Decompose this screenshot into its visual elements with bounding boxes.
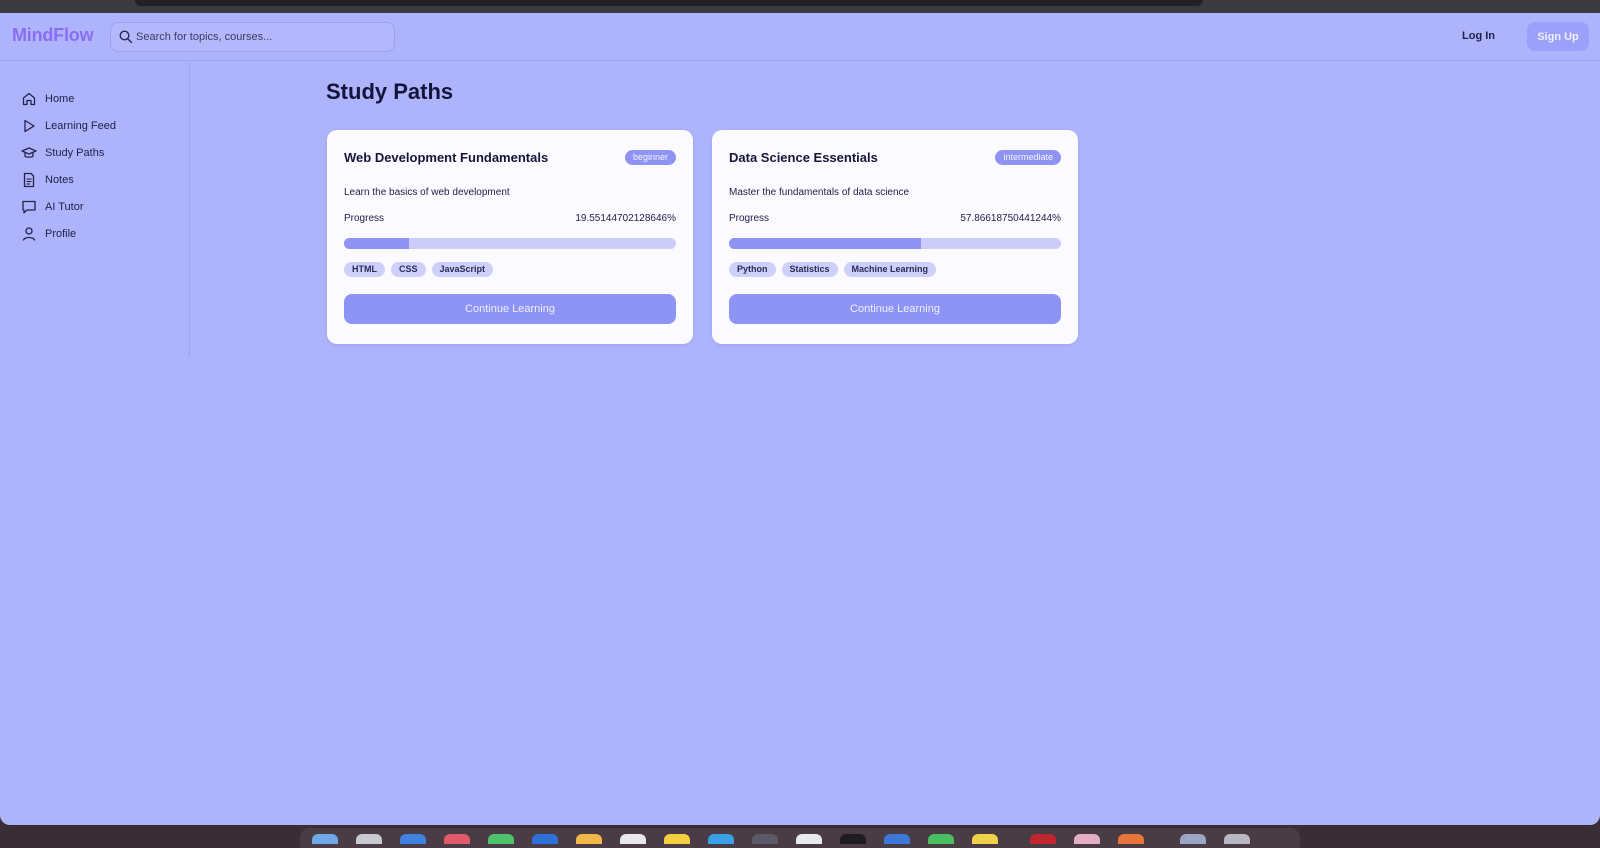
- signup-button[interactable]: Sign Up: [1527, 22, 1589, 51]
- dock-app-icon[interactable]: [1118, 834, 1144, 844]
- tag[interactable]: JavaScript: [431, 262, 494, 277]
- progress-bar: [344, 238, 676, 249]
- progress-value: 57.86618750441244%: [960, 213, 1061, 224]
- study-path-card: Web Development Fundamentals beginner Le…: [327, 130, 693, 344]
- notch-bar: [135, 0, 1203, 6]
- dock-app-icon[interactable]: [444, 834, 470, 844]
- tag[interactable]: Machine Learning: [843, 262, 937, 277]
- dock-app-icon[interactable]: [620, 834, 646, 844]
- tag[interactable]: CSS: [391, 262, 426, 277]
- progress-fill: [344, 238, 409, 249]
- sidebar-item-label: Profile: [45, 228, 77, 240]
- chat-icon: [22, 200, 36, 214]
- sidebar-item-learning-feed[interactable]: Learning Feed: [21, 116, 181, 136]
- dock-app-icon[interactable]: [312, 834, 338, 844]
- sidebar-item-home[interactable]: Home: [21, 89, 181, 109]
- app-window: MindFlow Log In Sign Up Home Learning Fe…: [0, 13, 1600, 825]
- sidebar: Home Learning Feed Study Paths Notes AI …: [0, 62, 190, 357]
- document-icon: [23, 172, 35, 188]
- progress-label: Progress: [344, 213, 385, 224]
- dock-app-icon[interactable]: [884, 834, 910, 844]
- level-badge: intermediate: [995, 150, 1061, 165]
- dock-app-icon[interactable]: [576, 834, 602, 844]
- card-title: Web Development Fundamentals: [344, 150, 549, 165]
- page-title: Study Paths: [326, 79, 454, 104]
- sidebar-item-label: AI Tutor: [45, 201, 84, 213]
- dock-app-icon[interactable]: [356, 834, 382, 844]
- dock-app-icon[interactable]: [708, 834, 734, 844]
- search-input[interactable]: [133, 23, 388, 51]
- sidebar-item-ai-tutor[interactable]: AI Tutor: [21, 197, 181, 217]
- dock-app-icon[interactable]: [664, 834, 690, 844]
- tag[interactable]: Python: [729, 262, 776, 277]
- study-path-card: Data Science Essentials intermediate Mas…: [712, 130, 1078, 344]
- dock-app-icon[interactable]: [752, 834, 778, 844]
- login-link[interactable]: Log In: [1462, 30, 1495, 42]
- search-icon: [119, 30, 133, 44]
- tag[interactable]: HTML: [344, 262, 385, 277]
- dock-app-icon[interactable]: [840, 834, 866, 844]
- menu-bar-strip: [0, 0, 1600, 13]
- sidebar-item-label: Study Paths: [45, 147, 105, 159]
- card-title: Data Science Essentials: [729, 150, 878, 165]
- dock-app-icon[interactable]: [488, 834, 514, 844]
- sidebar-item-label: Home: [45, 93, 75, 105]
- search-box[interactable]: [110, 22, 395, 52]
- dock-app-icon[interactable]: [1224, 834, 1250, 844]
- card-description: Master the fundamentals of data science: [729, 187, 910, 198]
- dock-app-icon[interactable]: [1180, 834, 1206, 844]
- card-description: Learn the basics of web development: [344, 187, 510, 198]
- progress-bar: [729, 238, 1061, 249]
- sidebar-item-label: Learning Feed: [45, 120, 116, 132]
- level-badge: beginner: [624, 150, 676, 165]
- tag-list: HTML CSS JavaScript: [344, 262, 494, 277]
- dock-app-icon[interactable]: [1030, 834, 1056, 844]
- logo[interactable]: MindFlow: [12, 25, 94, 46]
- play-icon: [24, 119, 35, 133]
- graduation-cap-icon: [21, 147, 37, 158]
- sidebar-item-profile[interactable]: Profile: [21, 224, 181, 244]
- user-icon: [22, 227, 36, 241]
- dock-app-icon[interactable]: [1074, 834, 1100, 844]
- sidebar-item-study-paths[interactable]: Study Paths: [21, 143, 181, 163]
- dock-app-icon[interactable]: [532, 834, 558, 844]
- dock-app-icon[interactable]: [400, 834, 426, 844]
- dock-app-icon[interactable]: [796, 834, 822, 844]
- top-header: MindFlow Log In Sign Up: [0, 13, 1600, 61]
- dock-app-icon[interactable]: [972, 834, 998, 844]
- dock-app-icon[interactable]: [928, 834, 954, 844]
- progress-value: 19.55144702128646%: [575, 213, 676, 224]
- continue-learning-button[interactable]: Continue Learning: [729, 294, 1061, 324]
- tag[interactable]: Statistics: [781, 262, 838, 277]
- continue-learning-button[interactable]: Continue Learning: [344, 294, 676, 324]
- progress-label: Progress: [729, 213, 770, 224]
- tag-list: Python Statistics Machine Learning: [729, 262, 937, 277]
- home-icon: [22, 92, 36, 106]
- sidebar-item-label: Notes: [45, 174, 74, 186]
- sidebar-item-notes[interactable]: Notes: [21, 170, 181, 190]
- progress-fill: [729, 238, 922, 249]
